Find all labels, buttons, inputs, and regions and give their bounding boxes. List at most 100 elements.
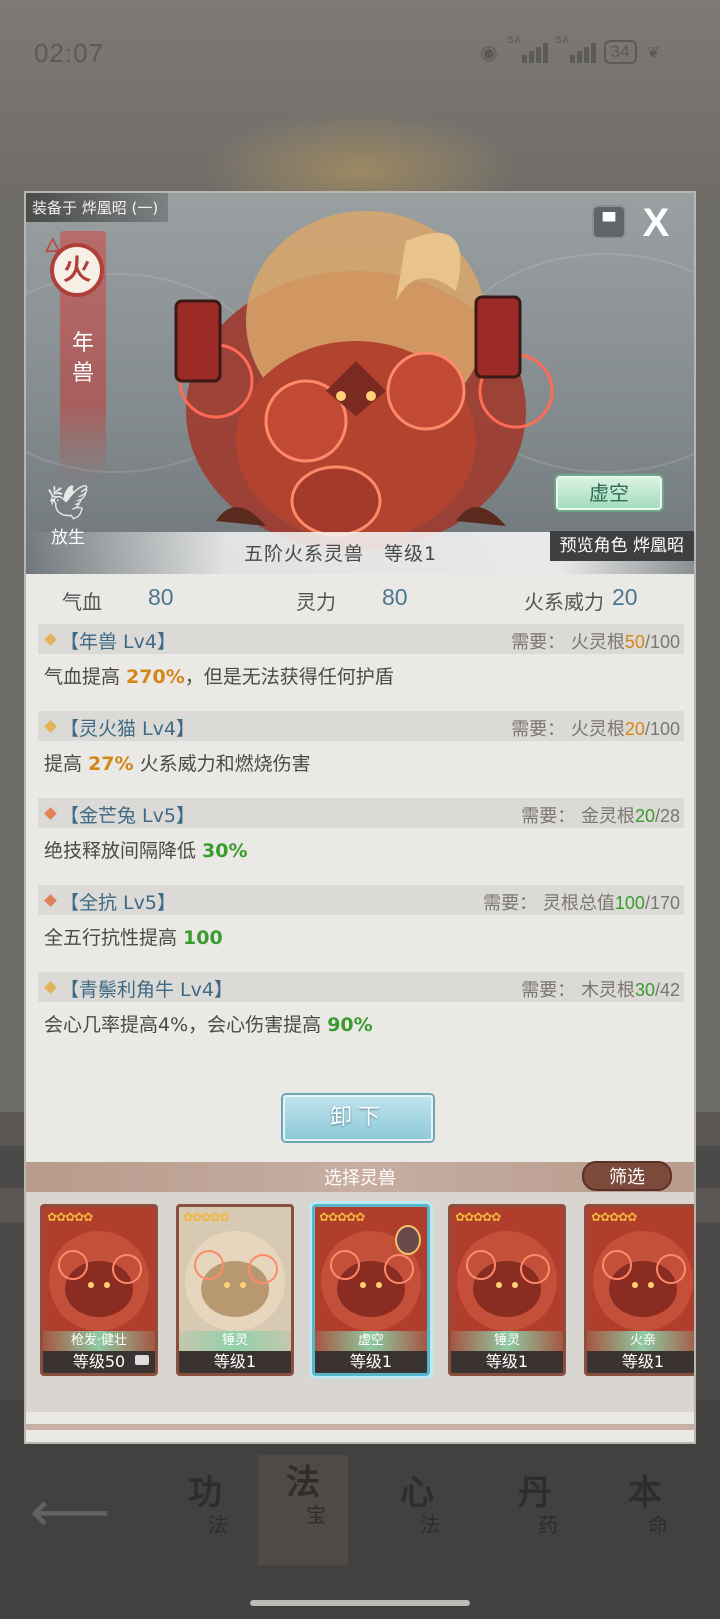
- diamond-icon: [44, 981, 57, 994]
- back-arrow-icon[interactable]: ⟵: [30, 1480, 110, 1545]
- nav-tab[interactable]: 丹药: [490, 1465, 580, 1537]
- skill-description: 绝技释放间隔降低 30%: [38, 828, 684, 863]
- desc-highlight: 270%: [126, 666, 185, 688]
- paw-rating-icon: ✿✿✿✿✿: [47, 1210, 93, 1224]
- nav-tab-label: 心: [400, 1473, 434, 1513]
- skill-description: 气血提高 270%，但是无法获得任何护盾: [38, 654, 684, 689]
- skill-description: 提高 27% 火系威力和燃烧伤害: [38, 741, 684, 776]
- preview-character[interactable]: 预览角色 烨凰昭: [549, 531, 694, 561]
- skill-description: 会心几率提高4%，会心伤害提高 90%: [38, 1002, 684, 1037]
- void-button[interactable]: 虚空: [556, 476, 662, 510]
- equipped-on-label: 装备于 烨凰昭 (一): [26, 193, 169, 222]
- skill-name: 【年兽 Lv4】: [60, 631, 176, 653]
- skill-name: 【灵火猫 Lv4】: [60, 718, 195, 740]
- req-max: /100: [644, 632, 680, 652]
- stat-fire-power-label: 火系威力: [524, 590, 604, 614]
- desc-highlight: 30%: [202, 840, 248, 862]
- paw-rating-icon: ✿✿✿✿✿: [183, 1210, 229, 1224]
- nav-tab-label: 法: [286, 1463, 320, 1503]
- req-attr: 金灵根: [580, 806, 635, 827]
- nav-tab-sublabel: 命: [648, 1513, 668, 1537]
- req-max: /28: [654, 806, 680, 826]
- battery-indicator: 34: [603, 40, 637, 64]
- stat-fire-power-value: 20: [612, 584, 638, 610]
- req-attr: 火灵根: [570, 719, 625, 740]
- req-max: /100: [644, 719, 680, 739]
- beast-card-level: 等级1: [179, 1351, 291, 1373]
- background-strip: [0, 1112, 24, 1146]
- unload-button[interactable]: 卸下: [283, 1095, 433, 1141]
- diamond-icon: [44, 807, 57, 820]
- beast-card[interactable]: ✿✿✿✿✿ 火亲 等级1: [584, 1204, 694, 1376]
- collapse-icon[interactable]: ▀: [592, 205, 626, 239]
- beast-card[interactable]: ✿✿✿✿✿ 锤灵 等级1: [176, 1204, 294, 1376]
- stats-row: 气血 80 灵力 80 火系威力 20: [26, 574, 694, 626]
- req-current: 30: [634, 980, 655, 1000]
- nav-tab[interactable]: 功法: [160, 1465, 250, 1537]
- skill-item: 【灵火猫 Lv4】 需要： 火灵根20/100 提高 27% 火系威力和燃烧伤害: [38, 711, 684, 776]
- nav-tab-label: 本: [628, 1473, 662, 1513]
- diamond-icon: [44, 633, 57, 646]
- nav-tab-sublabel: 宝: [306, 1503, 326, 1527]
- beast-name: 年兽: [71, 331, 94, 386]
- req-label: 需要：: [521, 980, 581, 1001]
- nav-tab[interactable]: 心法: [372, 1465, 462, 1537]
- beast-card[interactable]: ✿✿✿✿✿ 枪发·健壮 等级50: [40, 1204, 158, 1376]
- beast-card-list: ✿✿✿✿✿ 枪发·健壮 等级50 ✿✿✿✿✿ 锤灵 等级1 ✿✿✿✿✿ 虚空 等级1 ✿✿✿✿✿ 锤…: [26, 1192, 694, 1412]
- skill-requirement: 需要： 金灵根20/28: [521, 802, 680, 828]
- req-current: 100: [614, 893, 645, 913]
- req-current: 20: [624, 719, 645, 739]
- stat-hp-value: 80: [148, 584, 174, 610]
- beast-card-tag: 枪发·健壮: [43, 1331, 155, 1351]
- skill-description: 全五行抗性提高 100: [38, 915, 684, 950]
- nav-tab-label: 功: [188, 1473, 222, 1513]
- diamond-icon: [44, 894, 57, 907]
- paw-rating-icon: ✿✿✿✿✿: [455, 1210, 501, 1224]
- beast-card-level: 等级1: [587, 1351, 694, 1373]
- req-attr: 灵根总值: [542, 893, 615, 914]
- close-icon[interactable]: X: [634, 201, 678, 245]
- paw-rating-icon: ✿✿✿✿✿: [591, 1210, 637, 1224]
- beast-thumbnail: [457, 1231, 557, 1331]
- desc-highlight: 27%: [88, 753, 134, 775]
- beast-card-tag: 虚空: [315, 1331, 427, 1351]
- beast-thumbnail: [593, 1231, 693, 1331]
- req-attr: 火灵根: [570, 632, 625, 653]
- nav-tab[interactable]: 法宝: [258, 1455, 348, 1565]
- skill-header: 【金芒兔 Lv5】 需要： 金灵根20/28: [38, 798, 684, 828]
- background-strip: [696, 1188, 720, 1222]
- beast-detail-modal: 装备于 烨凰昭 (一) 🜂 火 年兽 🕊 放生 ▀ X 虚空 五阶火系灵兽 等级…: [24, 191, 696, 1444]
- beast-thumbnail: [185, 1231, 285, 1331]
- req-label: 需要：: [521, 806, 581, 827]
- skill-header: 【灵火猫 Lv4】 需要： 火灵根20/100: [38, 711, 684, 741]
- signal-icon: 5A: [556, 35, 596, 63]
- req-max: /170: [644, 893, 680, 913]
- nav-tab-sublabel: 药: [538, 1513, 558, 1537]
- skill-name: 【金芒兔 Lv5】: [60, 805, 195, 827]
- desc-text: 气血提高: [44, 666, 127, 688]
- beast-card-tag: 锤灵: [179, 1331, 291, 1351]
- stat-spirit-value: 80: [382, 584, 408, 610]
- leaf-icon: ❦: [646, 42, 660, 62]
- beast-card[interactable]: ✿✿✿✿✿ 锤灵 等级1: [448, 1204, 566, 1376]
- status-time: 02:07: [34, 38, 105, 68]
- hotspot-icon: ◉: [480, 40, 498, 64]
- desc-text: 火系威力和燃烧伤害: [133, 753, 311, 775]
- beast-card-tag: 火亲: [587, 1331, 694, 1351]
- skill-item: 【年兽 Lv4】 需要： 火灵根50/100 气血提高 270%，但是无法获得任何护…: [38, 624, 684, 689]
- home-indicator[interactable]: [250, 1600, 470, 1606]
- nav-tab-sublabel: 法: [208, 1513, 228, 1537]
- req-attr: 木灵根: [580, 980, 635, 1001]
- desc-text: 全五行抗性提高: [44, 927, 184, 949]
- nav-tab[interactable]: 本命: [600, 1465, 690, 1537]
- skill-item: 【青鬃利角牛 Lv4】 需要： 木灵根30/42 会心几率提高4%，会心伤害提高 9…: [38, 972, 684, 1037]
- skill-header: 【青鬃利角牛 Lv4】 需要： 木灵根30/42: [38, 972, 684, 1002]
- beast-card-tag: 锤灵: [451, 1331, 563, 1351]
- desc-text: 提高: [44, 753, 89, 775]
- fire-element-badge: 火: [50, 243, 104, 297]
- req-label: 需要：: [511, 632, 571, 653]
- filter-button[interactable]: 筛选: [582, 1161, 672, 1191]
- avatar: [395, 1225, 421, 1255]
- skill-requirement: 需要： 火灵根20/100: [511, 715, 680, 741]
- beast-card[interactable]: ✿✿✿✿✿ 虚空 等级1: [312, 1204, 430, 1376]
